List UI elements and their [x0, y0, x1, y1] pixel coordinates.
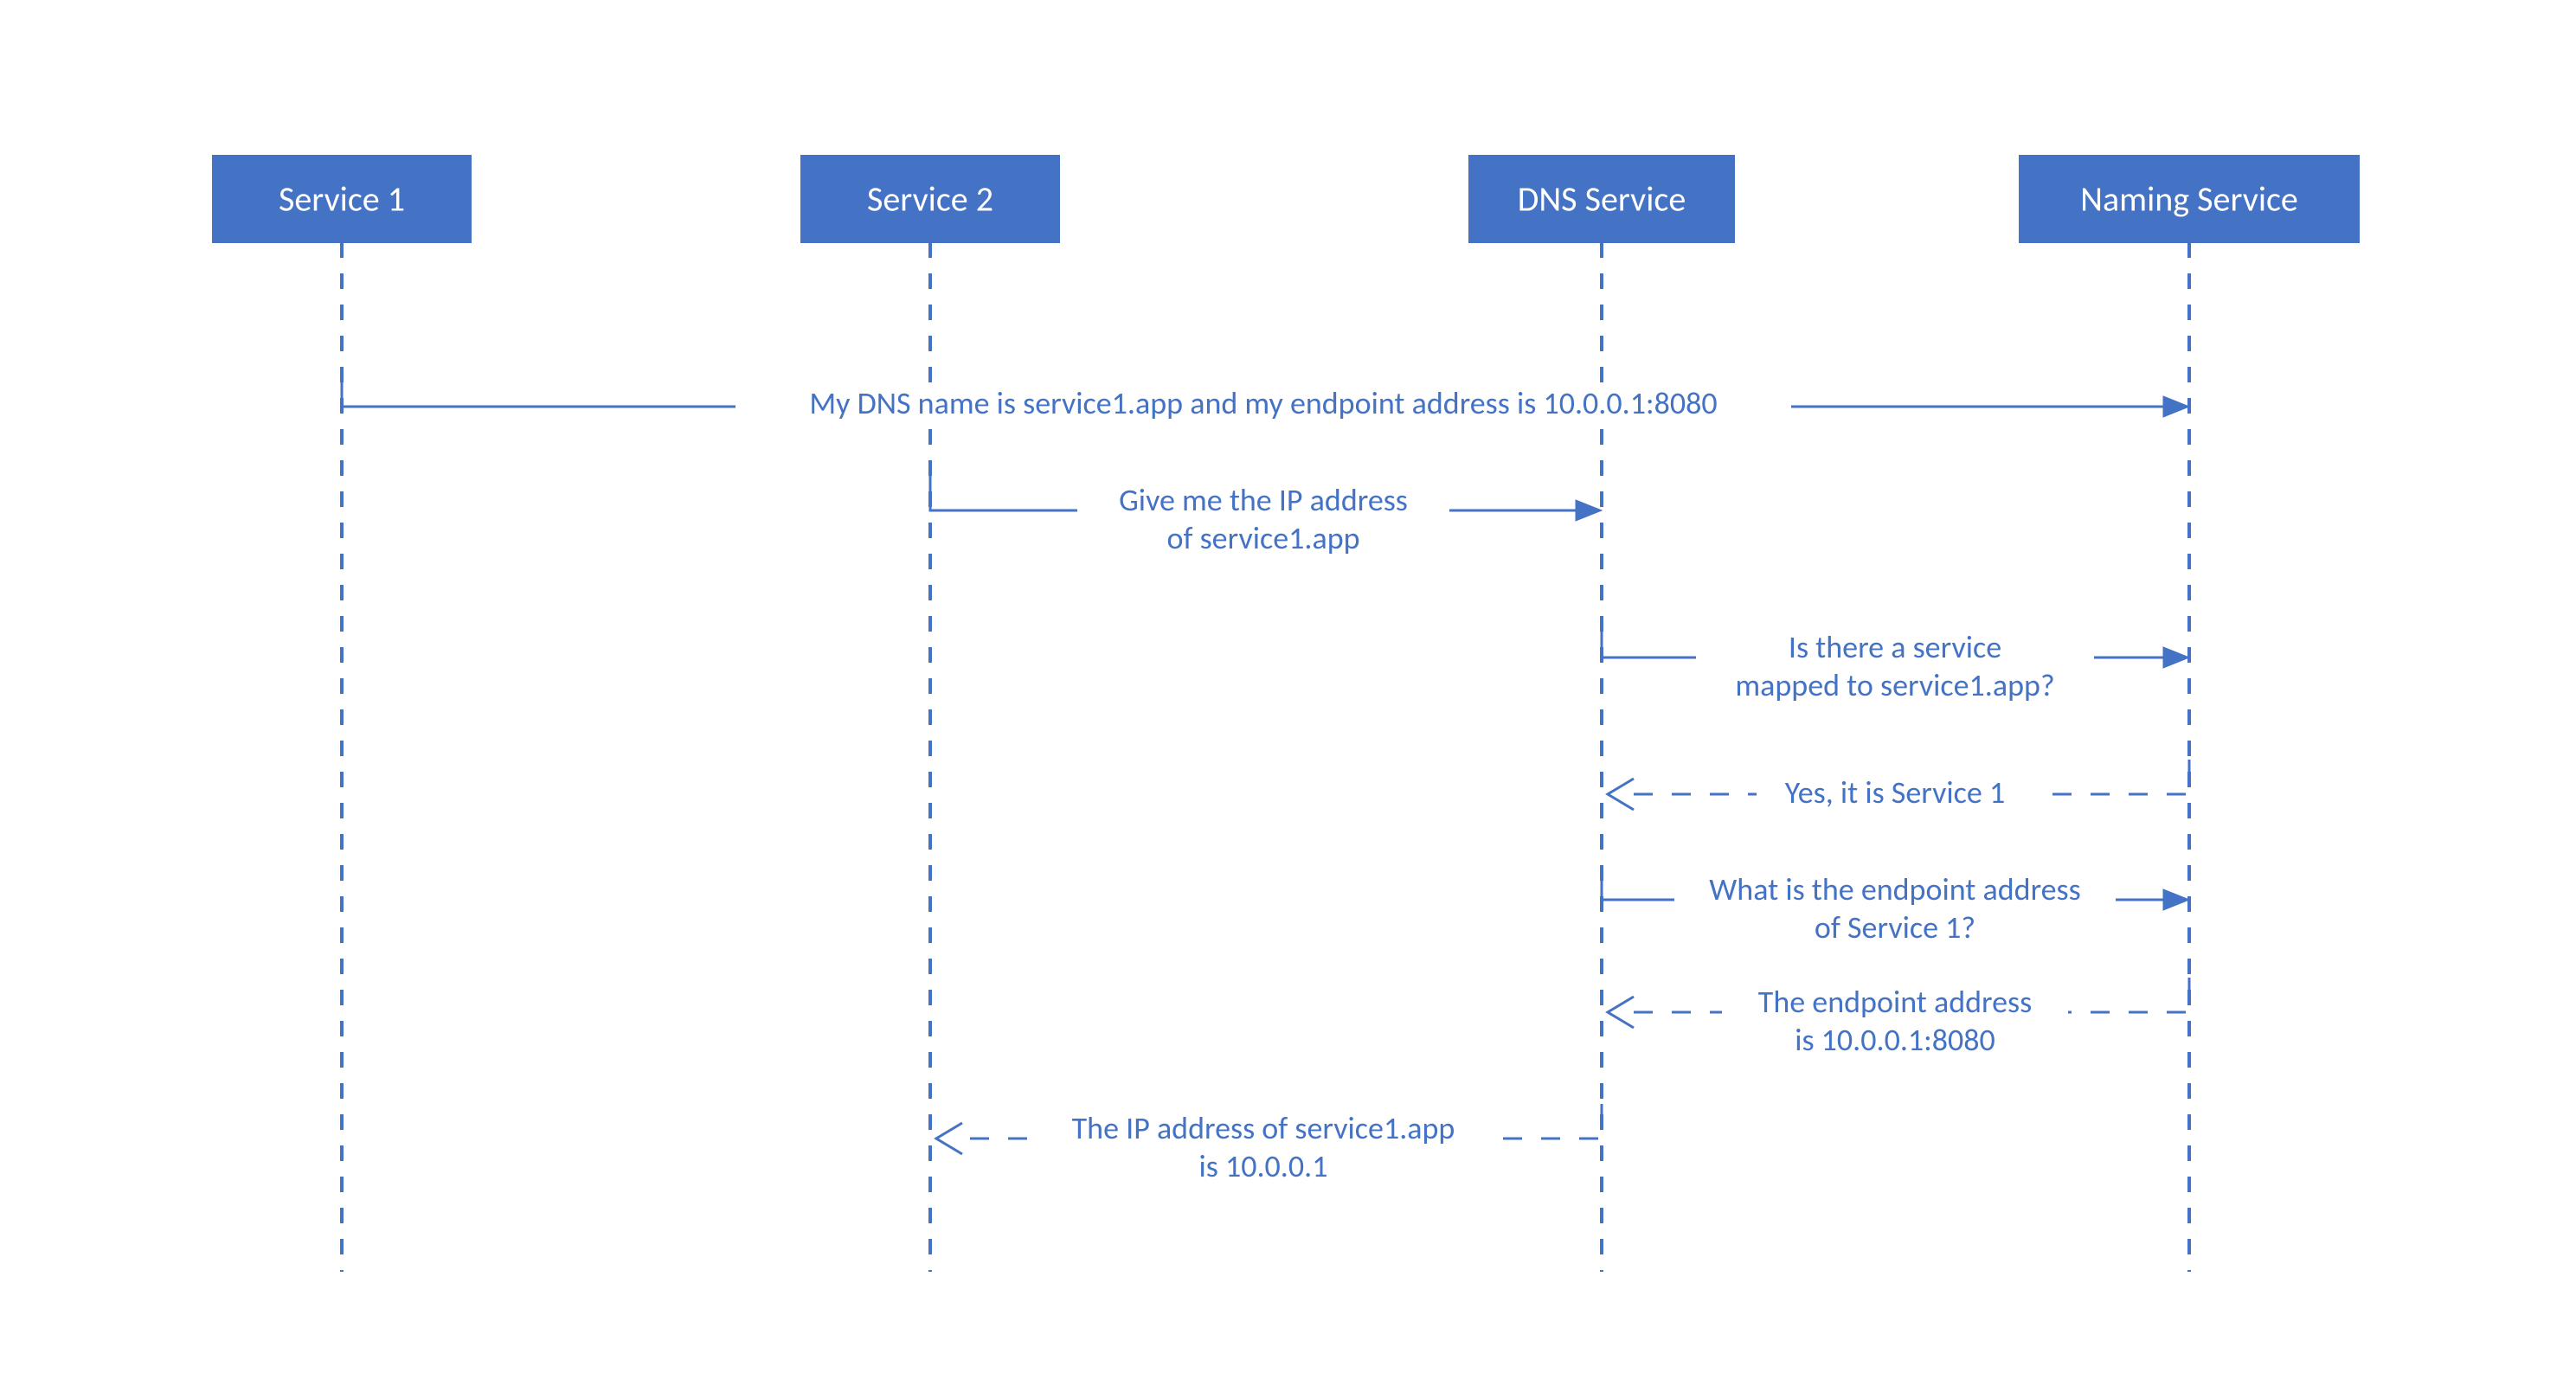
participant-service2: Service 2: [801, 156, 1059, 242]
message-text: of service1.app: [1166, 519, 1359, 557]
message-register: My DNS name is service1.app and my endpo…: [342, 372, 2189, 422]
participant-dns-service: DNS Service: [1469, 156, 1734, 242]
participant-label: Service 1: [279, 178, 405, 221]
message-text: is 10.0.0.1:8080: [1795, 1021, 1995, 1059]
participant-naming-service: Naming Service: [2020, 156, 2359, 242]
message-mapping-response: Yes, it is Service 1: [1608, 760, 2189, 811]
message-text: Yes, it is Service 1: [1785, 773, 2005, 811]
participant-label: DNS Service: [1518, 178, 1686, 221]
participant-label: Service 2: [867, 178, 993, 221]
message-text: is 10.0.0.1: [1199, 1147, 1328, 1185]
message-text: of Service 1?: [1815, 908, 1975, 946]
participant-label: Naming Service: [2080, 178, 2298, 221]
message-endpoint-response: The endpoint address is 10.0.0.1:8080: [1608, 978, 2189, 1061]
message-text: My DNS name is service1.app and my endpo…: [809, 384, 1717, 422]
message-query-ip: Give me the IP address of service1.app: [930, 476, 1602, 559]
message-text: What is the endpoint address: [1709, 870, 2080, 908]
sequence-diagram: Service 1 Service 2 DNS Service Naming S…: [0, 0, 2576, 1392]
message-query-endpoint: What is the endpoint address of Service …: [1602, 865, 2189, 948]
message-text: The IP address of service1.app: [1072, 1109, 1455, 1147]
message-check-mapping: Is there a service mapped to service1.ap…: [1602, 623, 2189, 706]
message-text: Give me the IP address: [1119, 481, 1408, 519]
participant-service1: Service 1: [213, 156, 471, 242]
message-text: Is there a service: [1789, 628, 2001, 666]
message-text: The endpoint address: [1758, 983, 2032, 1021]
message-ip-response: The IP address of service1.app is 10.0.0…: [936, 1104, 1602, 1187]
message-text: mapped to service1.app?: [1735, 666, 2054, 704]
